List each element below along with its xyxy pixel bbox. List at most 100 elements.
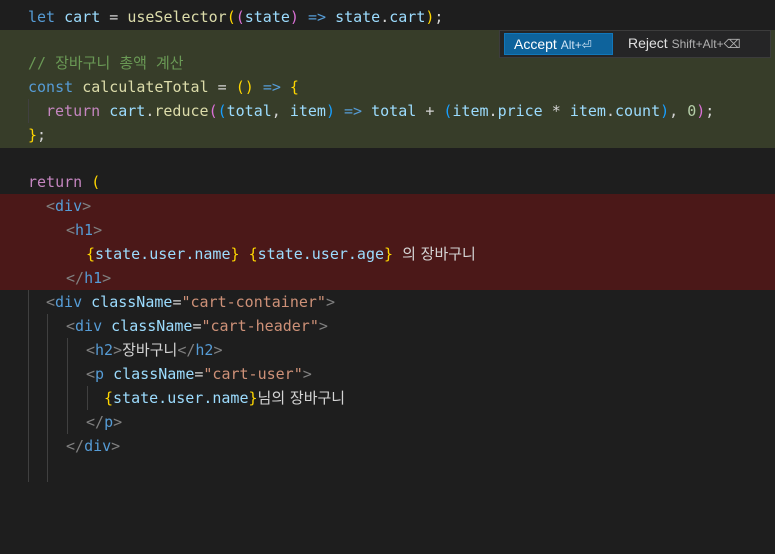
- code-line-15[interactable]: <h2>장바구니</h2>: [0, 338, 775, 362]
- indent-guide: [28, 386, 29, 410]
- indent-guide: [87, 386, 88, 410]
- tag-bracket: >: [113, 413, 123, 431]
- indent-guide: [47, 314, 48, 338]
- semicolon: ;: [37, 126, 47, 144]
- reject-shortcut: Shift+Alt+⌫: [671, 37, 741, 51]
- tag-bracket: >: [113, 341, 123, 359]
- indent-guide: [28, 314, 29, 338]
- code-line-5[interactable]: return cart.reduce((total, item) => tota…: [0, 99, 775, 123]
- accept-shortcut: Alt+⏎: [560, 38, 592, 52]
- dot: .: [605, 102, 615, 120]
- fn-useSelector: useSelector: [127, 8, 227, 26]
- semicolon: ;: [434, 8, 444, 26]
- brace-open: {: [104, 389, 114, 407]
- paren-open: (: [226, 8, 236, 26]
- attr-name: className: [111, 317, 193, 335]
- inline-diff-actions: Accept Alt+⏎ Reject Shift+Alt+⌫: [499, 30, 771, 58]
- code-line-10[interactable]: <h1>: [0, 218, 775, 242]
- indent-guide: [28, 290, 29, 314]
- indent-guide: [28, 410, 29, 434]
- tag-bracket: >: [213, 341, 223, 359]
- indent-guide: [67, 386, 68, 410]
- dot: .: [488, 102, 498, 120]
- tag-name: h1: [75, 221, 94, 239]
- tag-bracket: >: [102, 269, 112, 287]
- indent-guide: [47, 386, 48, 410]
- code-line-6[interactable]: };: [0, 123, 775, 147]
- comma: ,: [271, 102, 281, 120]
- code-line-14[interactable]: <div className="cart-header">: [0, 314, 775, 338]
- tag-name: div: [84, 437, 112, 455]
- jsx-expression: state.user.name: [95, 245, 231, 263]
- brace-open: {: [289, 78, 299, 96]
- code-line-9[interactable]: <div>: [0, 194, 775, 218]
- tag-bracket: <: [86, 341, 96, 359]
- code-line-19[interactable]: </div>: [0, 434, 775, 458]
- semicolon: ;: [705, 102, 715, 120]
- tag-bracket: <: [46, 293, 56, 311]
- comma: ,: [669, 102, 679, 120]
- var-cart: cart: [109, 102, 146, 120]
- code-line-20[interactable]: [0, 458, 775, 482]
- code-line-17[interactable]: {state.user.name}님의 장바구니: [0, 386, 775, 410]
- code-editor[interactable]: let cart = useSelector((state) => state.…: [0, 0, 775, 482]
- code-line-12[interactable]: </h1>: [0, 266, 775, 290]
- brace-open: {: [86, 245, 96, 263]
- code-line-16[interactable]: <p className="cart-user">: [0, 362, 775, 386]
- param-state: state: [244, 8, 290, 26]
- brace-close: }: [248, 389, 258, 407]
- tag-name: h2: [195, 341, 214, 359]
- operator-equals: =: [109, 8, 119, 26]
- arrow-operator: =>: [307, 8, 327, 26]
- operator-multiply: *: [551, 102, 561, 120]
- tag-name: div: [55, 197, 83, 215]
- tag-bracket: </: [66, 269, 85, 287]
- dot: .: [380, 8, 390, 26]
- jsx-text: 의 장바구니: [402, 245, 476, 263]
- tag-bracket: <: [86, 365, 96, 383]
- keyword-let: let: [28, 8, 56, 26]
- paren-close: ): [325, 102, 335, 120]
- brace-close: }: [28, 126, 38, 144]
- code-line-4[interactable]: const calculateTotal = () => {: [0, 75, 775, 99]
- tag-bracket: >: [82, 197, 92, 215]
- accept-button[interactable]: Accept Alt+⏎: [504, 33, 613, 55]
- paren-close: ): [660, 102, 670, 120]
- fn-calculateTotal: calculateTotal: [82, 78, 209, 96]
- fn-reduce: reduce: [154, 102, 209, 120]
- indent-guide: [47, 410, 48, 434]
- indent-guide: [47, 362, 48, 386]
- reject-button[interactable]: Reject Shift+Alt+⌫: [620, 33, 768, 55]
- prop-price: price: [497, 102, 543, 120]
- var-cart: cart: [64, 8, 101, 26]
- tag-bracket: >: [302, 365, 312, 383]
- var-item: item: [452, 102, 489, 120]
- paren-close: ): [244, 78, 254, 96]
- attr-value: "cart-container": [181, 293, 326, 311]
- paren-open: (: [217, 102, 227, 120]
- paren-open: (: [91, 173, 101, 191]
- indent-guide: [28, 338, 29, 362]
- tag-name: h1: [84, 269, 103, 287]
- code-line-18[interactable]: </p>: [0, 410, 775, 434]
- paren-open: (: [235, 78, 245, 96]
- code-line-1[interactable]: let cart = useSelector((state) => state.…: [0, 5, 775, 29]
- var-item: item: [569, 102, 606, 120]
- operator-plus: +: [425, 102, 435, 120]
- tag-bracket: </: [86, 413, 105, 431]
- attr-name: className: [113, 365, 195, 383]
- tag-name: div: [55, 293, 83, 311]
- attr-value: "cart-user": [203, 365, 303, 383]
- operator-equals: =: [217, 78, 227, 96]
- param-item: item: [289, 102, 326, 120]
- jsx-text: 님의 장바구니: [257, 389, 346, 407]
- code-line-11[interactable]: {state.user.name} {state.user.age} 의 장바구…: [0, 242, 775, 266]
- code-line-8[interactable]: return (: [0, 170, 775, 194]
- attr-value: "cart-header": [201, 317, 319, 335]
- jsx-text: 장바구니: [122, 341, 178, 359]
- var-state: state: [335, 8, 381, 26]
- keyword-const: const: [28, 78, 74, 96]
- prop-count: count: [614, 102, 661, 120]
- tag-bracket: <: [66, 221, 76, 239]
- code-line-13[interactable]: <div className="cart-container">: [0, 290, 775, 314]
